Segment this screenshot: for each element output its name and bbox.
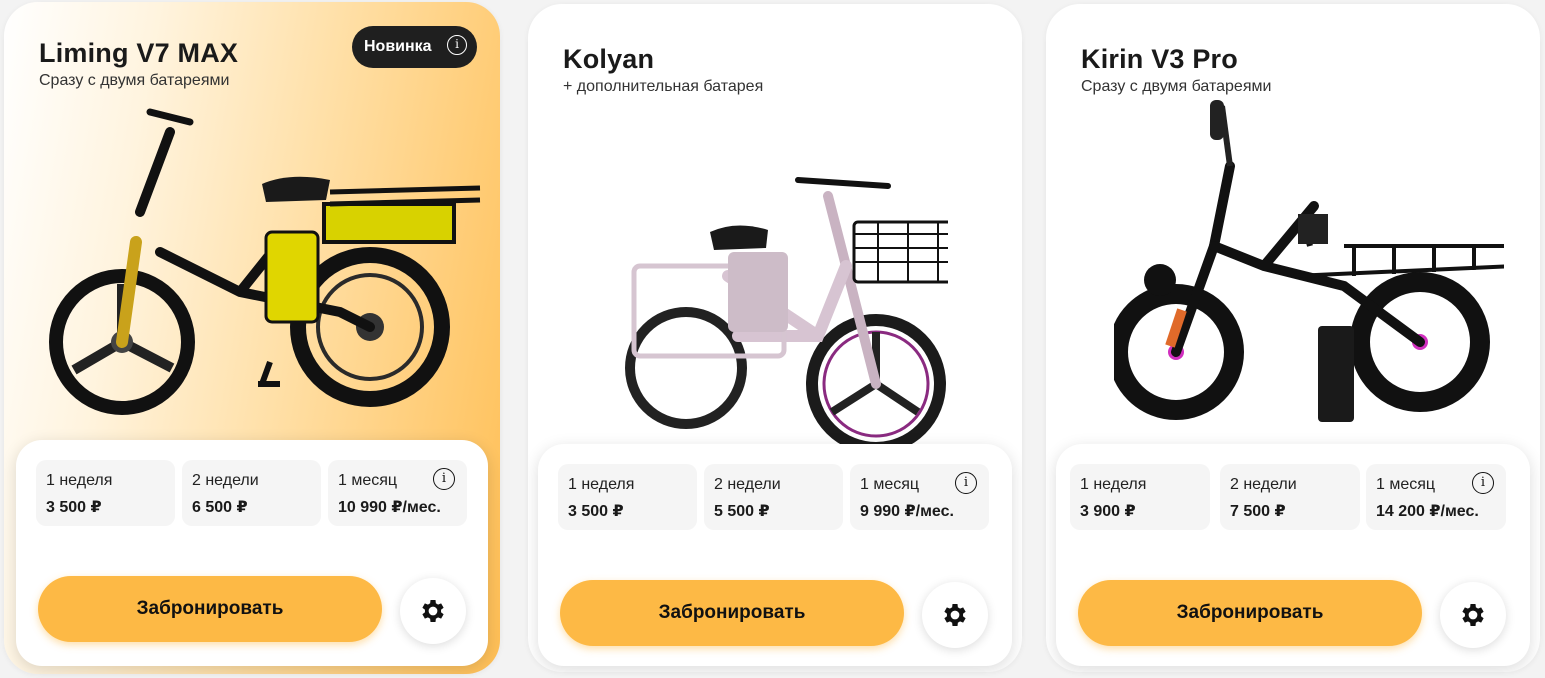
price-option-1-month[interactable]: 1 месяц 10 990 ₽/мес. i [328, 460, 467, 526]
product-card-kirin-v3-pro: Kirin V3 Pro Сразу с двумя батареями 1 н… [1046, 4, 1540, 672]
product-title: Liming V7 MAX [39, 38, 239, 68]
price-option-1-week[interactable]: 1 неделя 3 500 ₽ [36, 460, 175, 526]
price-period: 1 неделя [568, 476, 635, 493]
badge-label: Новинка [364, 38, 432, 55]
bike-image [49, 108, 481, 415]
settings-button[interactable] [1440, 582, 1506, 648]
price-amount: 9 990 ₽/мес. [860, 503, 954, 520]
product-title: Kirin V3 Pro [1081, 44, 1238, 74]
price-amount: 10 990 ₽/мес. [338, 499, 441, 516]
price-period: 1 неделя [1080, 476, 1147, 493]
price-option-2-weeks[interactable]: 2 недели 5 500 ₽ [704, 464, 843, 530]
price-option-2-weeks[interactable]: 2 недели 7 500 ₽ [1220, 464, 1360, 530]
price-amount: 3 500 ₽ [46, 499, 102, 516]
price-period: 2 недели [714, 476, 781, 493]
price-option-1-week[interactable]: 1 неделя 3 500 ₽ [558, 464, 697, 530]
price-amount: 3 900 ₽ [1080, 503, 1136, 520]
info-icon[interactable]: i [955, 472, 977, 494]
pricing-panel: 1 неделя 3 900 ₽ 2 недели 7 500 ₽ 1 меся… [1056, 444, 1530, 666]
gear-icon [422, 600, 444, 622]
price-option-2-weeks[interactable]: 2 недели 6 500 ₽ [182, 460, 321, 526]
product-subtitle: Сразу с двумя батареями [39, 72, 230, 89]
bike-image [1114, 100, 1504, 422]
product-card-kolyan: Kolyan + дополнительная батарея 1 неделя… [528, 4, 1022, 672]
price-option-1-week[interactable]: 1 неделя 3 900 ₽ [1070, 464, 1210, 530]
product-card-liming-v7-max: Liming V7 MAX Сразу с двумя батареями Но… [4, 2, 500, 674]
settings-button[interactable] [400, 578, 466, 644]
price-amount: 3 500 ₽ [568, 503, 624, 520]
gear-icon [1462, 604, 1484, 626]
pricing-panel: 1 неделя 3 500 ₽ 2 недели 5 500 ₽ 1 меся… [538, 444, 1012, 666]
book-button[interactable]: Забронировать [38, 576, 382, 642]
new-badge[interactable]: Новинка i [352, 26, 477, 68]
price-option-1-month[interactable]: 1 месяц 14 200 ₽/мес. i [1366, 464, 1506, 530]
info-icon[interactable]: i [433, 468, 455, 490]
price-amount: 6 500 ₽ [192, 499, 248, 516]
pricing-panel: 1 неделя 3 500 ₽ 2 недели 6 500 ₽ 1 меся… [16, 440, 488, 666]
book-button[interactable]: Забронировать [1078, 580, 1422, 646]
product-subtitle: + дополнительная батарея [563, 78, 764, 95]
price-period: 1 неделя [46, 472, 113, 489]
product-subtitle: Сразу с двумя батареями [1081, 78, 1272, 95]
settings-button[interactable] [922, 582, 988, 648]
gear-icon [944, 604, 966, 626]
price-option-1-month[interactable]: 1 месяц 9 990 ₽/мес. i [850, 464, 989, 530]
info-icon[interactable]: i [1472, 472, 1494, 494]
book-button[interactable]: Забронировать [560, 580, 904, 646]
price-amount: 5 500 ₽ [714, 503, 770, 520]
price-period: 2 недели [1230, 476, 1297, 493]
price-period: 2 недели [192, 472, 259, 489]
price-amount: 7 500 ₽ [1230, 503, 1286, 520]
price-amount: 14 200 ₽/мес. [1376, 503, 1479, 520]
product-title: Kolyan [563, 44, 655, 74]
info-icon[interactable]: i [447, 35, 467, 55]
bike-image [625, 177, 948, 452]
